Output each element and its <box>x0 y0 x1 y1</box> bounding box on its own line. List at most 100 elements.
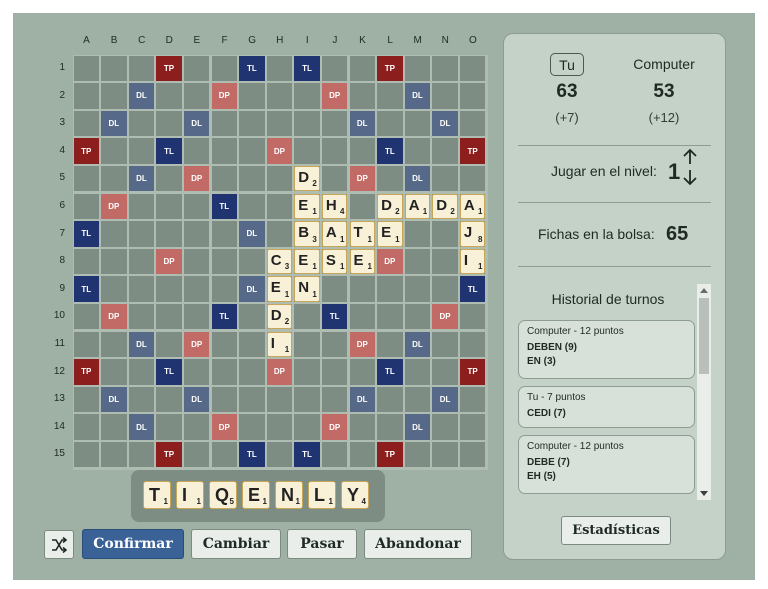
change-button[interactable]: Cambiar <box>191 529 281 559</box>
rack-tile[interactable]: L1 <box>308 481 336 509</box>
board-cell[interactable]: DL <box>404 414 431 440</box>
board-cell[interactable] <box>349 55 375 81</box>
scroll-up-icon[interactable] <box>700 287 708 293</box>
board-cell[interactable]: DL <box>101 110 127 137</box>
board-cell[interactable]: TP <box>156 441 182 468</box>
board-cell[interactable] <box>294 359 320 385</box>
quit-button[interactable]: Abandonar <box>364 529 472 559</box>
board-cell[interactable] <box>183 414 210 440</box>
board-cell[interactable] <box>266 110 293 137</box>
board-cell[interactable] <box>128 386 155 413</box>
board-cell[interactable] <box>349 193 375 219</box>
board-cell[interactable] <box>183 221 210 247</box>
board-cell[interactable] <box>101 138 127 164</box>
rack-tile[interactable]: Y4 <box>341 481 369 509</box>
board-cell[interactable]: DP <box>321 83 348 109</box>
board-cell[interactable] <box>128 55 155 81</box>
board-cell[interactable] <box>377 83 403 109</box>
board-cell[interactable] <box>239 110 265 137</box>
board-cell[interactable] <box>211 165 237 192</box>
board-cell[interactable]: DL <box>349 110 375 137</box>
board-cell[interactable]: DL <box>239 276 265 302</box>
board-cell[interactable] <box>266 221 293 247</box>
board-cell[interactable]: TP <box>377 55 403 81</box>
board-cell[interactable] <box>156 221 182 247</box>
board-cell[interactable] <box>156 193 182 219</box>
board-cell[interactable]: DP <box>101 193 127 219</box>
board-cell[interactable] <box>432 331 458 357</box>
board-cell[interactable] <box>404 55 431 81</box>
rack-tile[interactable]: N1 <box>275 481 303 509</box>
board-cell[interactable]: DP <box>156 248 182 275</box>
board-cell[interactable] <box>101 221 127 247</box>
board-cell[interactable] <box>294 303 320 330</box>
board-cell[interactable] <box>239 138 265 164</box>
board-cell[interactable] <box>128 359 155 385</box>
board-cell[interactable]: TL <box>377 359 403 385</box>
board-cell[interactable] <box>101 83 127 109</box>
board-cell[interactable]: DP <box>211 83 237 109</box>
board-cell[interactable] <box>128 193 155 219</box>
board-cell[interactable] <box>101 248 127 275</box>
board-cell[interactable] <box>349 83 375 109</box>
board-cell[interactable] <box>101 276 127 302</box>
board-cell[interactable] <box>432 276 458 302</box>
board-cell[interactable]: DL <box>183 386 210 413</box>
board-cell[interactable]: TL <box>73 221 99 247</box>
board-cell[interactable] <box>404 276 431 302</box>
board-cell[interactable] <box>377 276 403 302</box>
board-cell[interactable] <box>349 414 375 440</box>
game-board[interactable]: TP TL TL TP DL DP DP DL DL DL DL DL TP TL DP TL TP DL DP DP… <box>73 55 488 470</box>
board-cell[interactable]: TP <box>73 138 99 164</box>
board-cell[interactable] <box>73 386 99 413</box>
board-cell[interactable]: DL <box>349 386 375 413</box>
board-cell[interactable] <box>183 83 210 109</box>
board-cell[interactable] <box>211 441 237 468</box>
board-cell[interactable]: DP <box>101 303 127 330</box>
board-cell[interactable] <box>211 331 237 357</box>
board-cell[interactable]: TP <box>156 55 182 81</box>
board-cell[interactable] <box>321 138 348 164</box>
board-cell[interactable] <box>156 414 182 440</box>
board-cell[interactable] <box>266 55 293 81</box>
board-cell[interactable] <box>211 386 237 413</box>
board-cell[interactable] <box>459 83 486 109</box>
history-list[interactable]: Computer - 12 puntos DEBEN (9) EN (3) Tu… <box>518 320 695 498</box>
board-cell[interactable] <box>183 55 210 81</box>
board-cell[interactable] <box>459 331 486 357</box>
board-cell[interactable] <box>321 165 348 192</box>
board-cell[interactable] <box>321 331 348 357</box>
board-cell[interactable]: TL <box>156 138 182 164</box>
board-cell[interactable]: DL <box>128 331 155 357</box>
board-cell[interactable]: TL <box>239 441 265 468</box>
board-cell[interactable] <box>128 248 155 275</box>
board-cell[interactable]: TL <box>211 303 237 330</box>
board-cell[interactable] <box>377 110 403 137</box>
board-cell[interactable] <box>156 276 182 302</box>
board-cell[interactable] <box>239 83 265 109</box>
board-cell[interactable] <box>239 165 265 192</box>
board-cell[interactable] <box>432 221 458 247</box>
board-cell[interactable] <box>404 110 431 137</box>
board-cell[interactable] <box>459 441 486 468</box>
board-cell[interactable] <box>459 55 486 81</box>
board-cell[interactable]: TP <box>459 138 486 164</box>
board-cell[interactable] <box>239 386 265 413</box>
board-cell[interactable] <box>73 165 99 192</box>
board-cell[interactable]: DL <box>404 83 431 109</box>
board-cell[interactable] <box>404 303 431 330</box>
board-cell[interactable]: DL <box>128 83 155 109</box>
board-cell[interactable] <box>101 359 127 385</box>
board-cell[interactable] <box>459 386 486 413</box>
board-cell[interactable] <box>239 414 265 440</box>
level-arrows-icon[interactable] <box>682 146 698 188</box>
board-cell[interactable] <box>377 165 403 192</box>
board-cell[interactable] <box>211 276 237 302</box>
board-cell[interactable]: DP <box>432 303 458 330</box>
board-cell[interactable] <box>73 331 99 357</box>
rack-tile[interactable]: I1 <box>176 481 204 509</box>
board-cell[interactable] <box>432 165 458 192</box>
board-cell[interactable]: DL <box>432 110 458 137</box>
board-cell[interactable]: DP <box>183 165 210 192</box>
board-cell[interactable]: TL <box>459 276 486 302</box>
